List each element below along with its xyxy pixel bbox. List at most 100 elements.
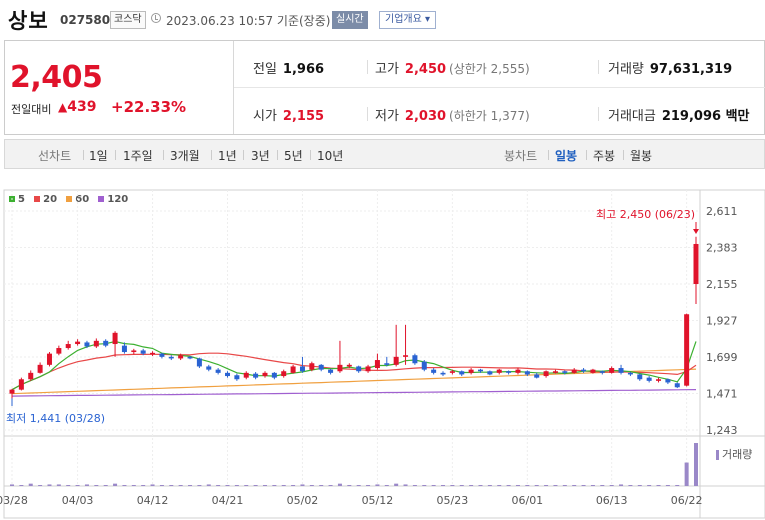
period-3y[interactable]: 3년 — [251, 147, 270, 164]
candle-monthly[interactable]: 월봉 — [630, 147, 652, 164]
candle-body — [421, 361, 427, 370]
volume-bar — [562, 485, 567, 486]
volume-bar — [647, 485, 652, 486]
market-badge: 코스닥 — [110, 11, 146, 29]
trade-amount: 거래대금 219,096 백만 — [608, 109, 750, 124]
x-tick-label: 05/23 — [437, 494, 469, 507]
volume-bar — [366, 485, 371, 486]
volume-bar — [487, 485, 492, 486]
volume-bar — [422, 485, 427, 486]
divider — [211, 150, 212, 160]
volume-bar — [262, 485, 267, 486]
change-label: 전일대비 — [11, 103, 52, 116]
volume-bar — [131, 485, 136, 486]
volume-bar — [441, 485, 446, 486]
period-3m[interactable]: 3개월 — [170, 147, 200, 164]
candle-body — [515, 369, 521, 373]
volume-bars: 거래량 — [10, 443, 752, 486]
clock-icon — [151, 13, 161, 23]
volume-bar — [150, 484, 155, 486]
high-arrow-head — [693, 229, 699, 234]
volume-bar — [94, 485, 99, 486]
period-1d[interactable]: 1일 — [89, 147, 108, 164]
candle-body — [159, 353, 165, 357]
x-tick-label: 06/22 — [671, 494, 703, 507]
volume-bar — [159, 485, 164, 486]
volume-bar — [178, 485, 183, 486]
x-tick-label: 06/01 — [511, 494, 543, 507]
candle-body — [140, 350, 146, 354]
volume-bar — [459, 485, 464, 486]
volume-bar — [234, 485, 239, 486]
candle-body — [506, 371, 512, 373]
x-tick-label: 03/28 — [0, 494, 28, 507]
high-annotation: 최고 2,450 (06/23) — [596, 208, 695, 221]
price-chart[interactable]: 거래량 2,6112,3832,1551,9271,6991,4711,243 … — [0, 188, 765, 520]
candle-body — [440, 372, 446, 375]
volume-bar — [309, 485, 314, 486]
volume-bar — [478, 485, 483, 486]
volume-bar — [47, 484, 52, 486]
volume-bar — [141, 485, 146, 486]
chart-frame — [3, 189, 765, 519]
candle-daily[interactable]: 일봉 — [555, 147, 577, 164]
candle-body — [693, 243, 699, 284]
low-annotation: 최저 1,441 (03/28) — [6, 412, 105, 425]
candle-body — [37, 364, 43, 373]
candle-body — [328, 369, 334, 373]
volume-bar — [244, 485, 249, 486]
volume-bar — [628, 485, 633, 486]
x-tick-label: 05/12 — [362, 494, 394, 507]
volume-bar — [544, 485, 549, 486]
y-tick-label: 1,927 — [706, 315, 738, 328]
candle-body — [299, 366, 305, 372]
candle-body — [599, 371, 605, 373]
stock-header: 상보 027580 코스닥 2023.06.23 10:57 기준(장중) 실시… — [0, 0, 765, 36]
candle-body — [684, 314, 690, 386]
divider — [548, 150, 549, 160]
candle-body — [543, 371, 549, 377]
period-5y[interactable]: 5년 — [284, 147, 303, 164]
candle-body — [75, 341, 81, 345]
volume-bar — [197, 485, 202, 486]
current-price: 2,405 — [10, 60, 103, 95]
candle-body — [496, 369, 502, 373]
candle-body — [262, 372, 268, 377]
candle-body — [534, 374, 540, 378]
candle-body — [131, 350, 137, 353]
y-tick-label: 1,471 — [706, 388, 738, 401]
candle-body — [552, 371, 558, 373]
volume-bar — [103, 485, 108, 486]
candle-body — [431, 369, 437, 373]
divider — [83, 150, 84, 160]
candle-body — [215, 369, 221, 373]
volume-bar — [665, 485, 670, 486]
period-1w[interactable]: 1주일 — [123, 147, 153, 164]
candle-body — [56, 348, 62, 354]
volume-bar — [253, 485, 258, 486]
divider — [310, 150, 311, 160]
volume-bar — [525, 485, 530, 486]
volume: 거래량 97,631,319 — [608, 62, 733, 77]
volume-legend-swatch — [716, 450, 719, 460]
divider — [243, 150, 244, 160]
candle-body — [253, 373, 259, 378]
candle-body — [674, 383, 680, 388]
candle-body — [627, 372, 633, 375]
candle-body — [590, 369, 596, 373]
candles — [9, 236, 699, 399]
x-tick-label: 04/03 — [62, 494, 94, 507]
period-1y[interactable]: 1년 — [218, 147, 237, 164]
candle-weekly[interactable]: 주봉 — [593, 147, 615, 164]
realtime-button[interactable]: 실시간 — [332, 11, 368, 29]
candle-body — [271, 372, 277, 378]
chart-grid — [3, 189, 765, 519]
company-overview-dropdown[interactable]: 기업개요 ▾ — [379, 11, 436, 29]
candle-body — [393, 356, 399, 365]
candle-body — [150, 352, 156, 355]
volume-bar — [619, 484, 624, 486]
candle-body — [646, 377, 652, 381]
period-10y[interactable]: 10년 — [317, 147, 343, 164]
candle-body — [524, 371, 530, 375]
volume-bar — [300, 484, 305, 486]
